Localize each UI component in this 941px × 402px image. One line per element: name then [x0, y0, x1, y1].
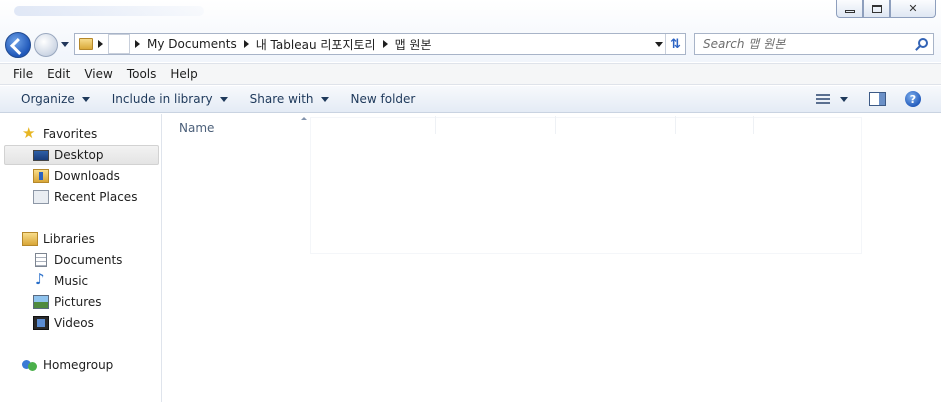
refresh-button[interactable]: ⇅ [665, 34, 685, 54]
breadcrumb-blank-segment[interactable] [108, 34, 130, 54]
column-divider[interactable] [675, 116, 676, 134]
breadcrumb-chevron-icon[interactable] [382, 40, 388, 48]
menu-edit[interactable]: Edit [40, 67, 77, 81]
nav-homegroup-label: Homegroup [43, 358, 114, 372]
change-view-icon[interactable] [816, 94, 830, 104]
nav-item-label: Videos [54, 316, 94, 330]
address-bar[interactable]: My Documents 내 Tableau 리포지토리 맵 원본 ⇅ [74, 33, 686, 55]
nav-item-desktop[interactable]: Desktop [4, 145, 159, 165]
documents-icon [35, 253, 47, 267]
nav-item-downloads[interactable]: Downloads [33, 166, 120, 186]
chevron-down-icon [219, 96, 228, 102]
search-icon[interactable] [918, 38, 928, 48]
minimize-button[interactable] [836, 0, 863, 18]
maximize-icon [871, 4, 882, 13]
column-divider[interactable] [435, 116, 436, 134]
forward-button[interactable] [34, 33, 58, 57]
libraries-icon [22, 232, 38, 246]
menu-tools[interactable]: Tools [120, 67, 164, 81]
breadcrumb-chevron-icon[interactable] [135, 40, 140, 48]
new-folder-label: New folder [350, 92, 416, 106]
share-with-button[interactable]: Share with [243, 92, 336, 106]
column-header-name[interactable]: Name [179, 121, 214, 135]
include-in-library-button[interactable]: Include in library [105, 92, 235, 106]
nav-item-documents[interactable]: Documents [33, 250, 122, 270]
music-icon [33, 270, 49, 288]
nav-item-label: Downloads [54, 169, 120, 183]
videos-icon [33, 316, 49, 330]
menu-file[interactable]: File [6, 67, 40, 81]
navigation-pane: Favorites Desktop Downloads Recent Place… [0, 114, 162, 402]
nav-item-label: Recent Places [54, 190, 138, 204]
close-button[interactable]: ✕ [890, 0, 936, 18]
view-options-dropdown[interactable] [840, 97, 848, 102]
desktop-icon [33, 149, 49, 161]
menu-view[interactable]: View [77, 67, 119, 81]
organize-label: Organize [21, 92, 75, 106]
include-in-library-label: Include in library [111, 92, 213, 106]
new-folder-button[interactable]: New folder [344, 92, 423, 106]
redacted-region [311, 118, 861, 253]
nav-item-videos[interactable]: Videos [33, 313, 94, 333]
file-list[interactable]: Name [163, 114, 941, 402]
chevron-down-icon [81, 96, 90, 102]
column-divider[interactable] [555, 116, 556, 134]
column-divider[interactable] [753, 116, 754, 134]
chevron-down-icon [320, 96, 329, 102]
star-icon [22, 124, 38, 142]
breadcrumb-chevron-icon[interactable] [98, 40, 103, 48]
blurred-title-text [14, 6, 204, 16]
nav-item-recent-places[interactable]: Recent Places [33, 187, 137, 207]
breadcrumb-tableau-repository[interactable]: 내 Tableau 리포지토리 [254, 36, 378, 53]
nav-libraries-label: Libraries [43, 232, 95, 246]
breadcrumb-map-source[interactable]: 맵 원본 [393, 36, 434, 53]
breadcrumb-my-documents[interactable]: My Documents [145, 37, 239, 51]
share-with-label: Share with [249, 92, 314, 106]
nav-item-label: Pictures [54, 295, 102, 309]
nav-item-label: Documents [54, 253, 123, 267]
nav-libraries[interactable]: Libraries [22, 229, 95, 249]
nav-item-music[interactable]: Music [33, 270, 89, 291]
nav-homegroup[interactable]: Homegroup [22, 355, 113, 375]
minimize-icon [844, 10, 855, 13]
recent-places-icon [33, 190, 49, 204]
nav-favorites[interactable]: Favorites [22, 124, 97, 144]
search-box[interactable] [694, 33, 934, 55]
nav-item-pictures[interactable]: Pictures [33, 292, 102, 312]
close-icon: ✕ [908, 2, 918, 15]
recent-pages-dropdown[interactable] [61, 42, 69, 47]
search-input[interactable] [703, 37, 913, 51]
folder-icon [79, 38, 93, 50]
back-button[interactable] [5, 32, 31, 58]
organize-button[interactable]: Organize [14, 92, 97, 106]
nav-favorites-label: Favorites [43, 127, 98, 141]
breadcrumb-chevron-icon[interactable] [243, 40, 249, 48]
nav-item-label: Desktop [54, 148, 104, 162]
sort-ascending-icon [301, 117, 307, 120]
preview-pane-icon[interactable] [869, 92, 886, 106]
menu-help[interactable]: Help [163, 67, 204, 81]
address-history-dropdown[interactable] [655, 42, 663, 47]
downloads-icon [33, 169, 49, 183]
navigation-row: My Documents 내 Tableau 리포지토리 맵 원본 ⇅ [0, 28, 941, 60]
help-icon[interactable]: ? [905, 91, 921, 107]
nav-item-label: Music [54, 274, 89, 288]
maximize-button[interactable] [863, 0, 890, 18]
refresh-icon: ⇅ [670, 36, 681, 52]
pictures-icon [33, 295, 49, 309]
command-bar: Organize Include in library Share with N… [0, 86, 941, 113]
menu-bar: File Edit View Tools Help [0, 63, 941, 85]
homegroup-icon [22, 358, 38, 372]
